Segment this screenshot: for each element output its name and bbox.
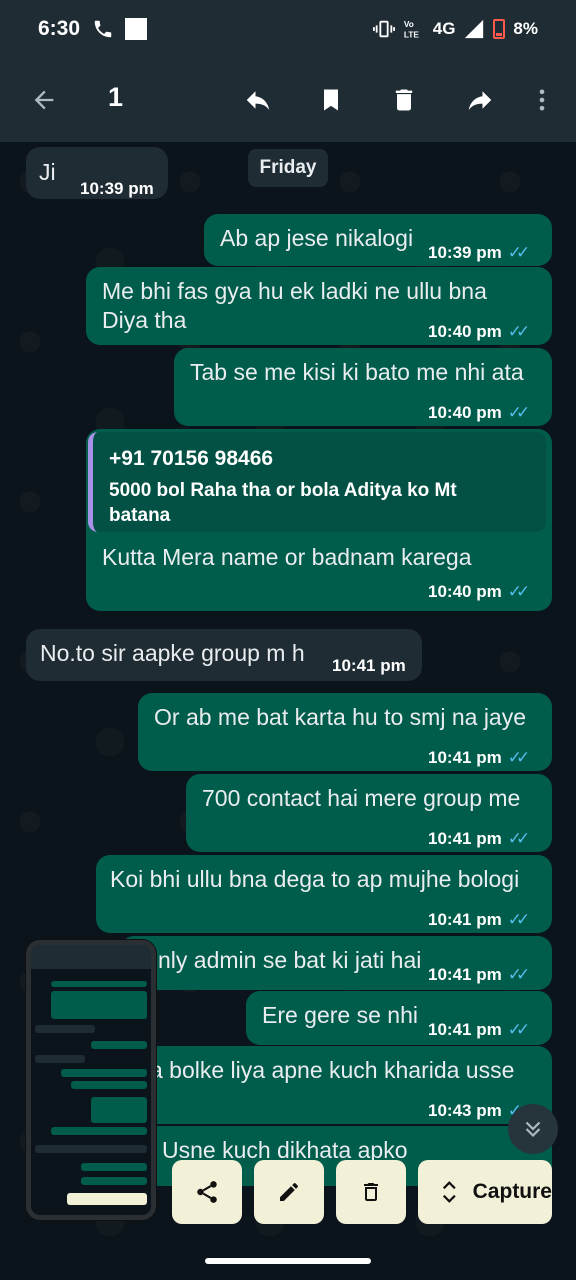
share-icon [197, 1181, 217, 1203]
svg-text:Vo: Vo [404, 20, 414, 29]
message-time: 10:39 pm [428, 243, 502, 262]
message-text: nly admin se bat ki jati hai [158, 947, 422, 973]
delete-screenshot-button[interactable] [336, 1160, 406, 1224]
read-receipt-icon: ✓✓ [507, 322, 530, 341]
message-time: 10:41 pm [428, 748, 502, 767]
message-time: 10:39 pm [80, 179, 154, 198]
read-receipt-icon: ✓✓ [507, 243, 530, 262]
message-outgoing[interactable]: a bolke liya apne kuch kharida usse 10:4… [120, 1046, 552, 1124]
share-button[interactable] [172, 1160, 242, 1224]
delete-button[interactable] [382, 78, 426, 122]
message-text: Kutta Mera name or badnam karega [102, 544, 472, 570]
read-receipt-icon: ✓✓ [507, 403, 530, 422]
message-incoming[interactable]: Ji 10:39 pm [26, 147, 168, 199]
message-text: 700 contact hai mere group me [202, 785, 521, 811]
battery-icon [493, 19, 506, 39]
trash-icon [364, 1183, 378, 1201]
network-type: 4G [432, 19, 456, 38]
overflow-menu-button[interactable] [520, 78, 564, 122]
bookmark-icon [324, 89, 338, 111]
forward-button[interactable] [458, 78, 502, 122]
message-time: 10:41 pm [332, 656, 406, 675]
status-bar: 6:30 Vo LTE 4G 8% [0, 0, 576, 58]
back-button[interactable] [22, 78, 66, 122]
quoted-message[interactable]: +91 70156 98466 5000 bol Raha tha or bol… [88, 432, 546, 532]
status-time: 6:30 [38, 17, 81, 40]
message-outgoing[interactable]: Tab se me kisi ki bato me nhi ata 10:40 … [174, 348, 552, 426]
message-text: Ere gere se nhi [262, 1002, 418, 1028]
message-text: Or ab me bat karta hu to smj na jaye [154, 704, 527, 730]
message-time: 10:41 pm [428, 1020, 502, 1039]
message-time: 10:41 pm [428, 965, 502, 984]
read-receipt-icon: ✓✓ [507, 748, 530, 767]
pencil-icon [280, 1183, 298, 1201]
quoted-text-line: 5000 bol Raha tha or bola Aditya ko Mt [109, 480, 457, 501]
message-outgoing[interactable]: Me bhi fas gya hu ek ladki ne ullu bna D… [86, 267, 552, 345]
read-receipt-icon: ✓✓ [507, 582, 530, 601]
selected-count: 1 [108, 82, 124, 112]
message-outgoing[interactable]: Ere gere se nhi 10:41 pm ✓✓ [246, 991, 552, 1045]
double-chevron-down-icon [525, 1121, 541, 1138]
read-receipt-icon: ✓✓ [507, 910, 530, 929]
battery-percent: 8% [513, 19, 538, 38]
message-incoming[interactable]: No.to sir aapke group m h 10:41 pm [26, 629, 422, 681]
selection-toolbar: 1 [0, 58, 576, 142]
message-outgoing[interactable]: Or ab me bat karta hu to smj na jaye 10:… [138, 693, 552, 771]
read-receipt-icon: ✓✓ [507, 965, 530, 984]
message-outgoing[interactable]: Ab ap jese nikalogi 10:39 pm ✓✓ [204, 214, 552, 266]
message-time: 10:40 pm [428, 322, 502, 341]
message-text: No.to sir aapke group m h [40, 640, 305, 666]
volte-icon: VoLTE [404, 20, 419, 39]
message-time: 10:41 pm [428, 910, 502, 929]
back-arrow-icon [34, 90, 54, 110]
star-button[interactable] [309, 78, 353, 122]
message-time: 10:43 pm [428, 1101, 502, 1120]
phone-icon [94, 20, 112, 38]
message-outgoing[interactable]: nly admin se bat ki jati hai 10:41 pm ✓✓ [120, 936, 552, 990]
svg-text:LTE: LTE [404, 30, 419, 39]
edit-button[interactable] [254, 1160, 324, 1224]
message-text: a bolke liya apne kuch kharida usse [150, 1057, 515, 1083]
date-chip: Friday [248, 149, 328, 187]
vibrate-icon [372, 20, 395, 38]
more-vertical-icon [539, 89, 545, 111]
message-outgoing[interactable]: 700 contact hai mere group me 10:41 pm ✓✓ [186, 774, 552, 852]
message-text-line: Diya tha [102, 307, 187, 333]
scroll-to-bottom-button[interactable] [508, 1104, 558, 1154]
message-text: Ji [39, 159, 56, 185]
message-text: Ab ap jese nikalogi [220, 225, 414, 251]
message-time: 10:40 pm [428, 582, 502, 601]
scroll-capture-button[interactable]: Capture [418, 1160, 552, 1224]
quoted-sender: +91 70156 98466 [109, 447, 274, 470]
trash-icon [395, 89, 413, 111]
screenshot-thumbnail[interactable] [26, 940, 156, 1220]
message-time: 10:40 pm [428, 403, 502, 422]
message-outgoing[interactable]: Koi bhi ullu bna dega to ap mujhe bologi… [96, 855, 552, 933]
message-text: Tab se me kisi ki bato me nhi ata [190, 359, 524, 385]
forward-icon [468, 91, 492, 110]
message-text-line: Me bhi fas gya hu ek ladki ne ullu bna [102, 278, 487, 304]
reply-button[interactable] [236, 78, 280, 122]
read-receipt-icon: ✓✓ [507, 1020, 530, 1039]
read-receipt-icon: ✓✓ [507, 829, 530, 848]
message-time: 10:41 pm [428, 829, 502, 848]
signal-icon [465, 19, 484, 39]
gesture-navigation-bar[interactable] [205, 1258, 371, 1264]
capture-label: Capture [472, 1180, 552, 1203]
notification-square-icon [125, 18, 148, 40]
reply-icon [246, 91, 270, 110]
quoted-text-line: batana [109, 505, 171, 526]
message-text: Koi bhi ullu bna dega to ap mujhe bologi [110, 866, 520, 892]
expand-vertical-icon [442, 1181, 456, 1203]
